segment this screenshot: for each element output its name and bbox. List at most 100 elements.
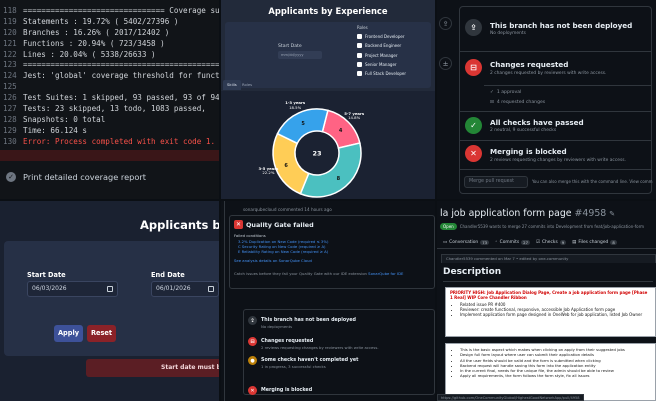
changes-title: Changes requested bbox=[261, 339, 314, 344]
terminal-line: 120 Branches : 16.26% ( 2017/12402 ) bbox=[3, 28, 219, 39]
quality-gate-panel: sonarqubecloud commented 14 hours ago ✕ … bbox=[221, 201, 435, 401]
comment-header: sonarqubecloud commented 14 hours ago bbox=[243, 207, 332, 212]
pr-title-text: la job application form page bbox=[440, 208, 572, 219]
tab-conversation[interactable]: ▭ Conversation 73 bbox=[443, 236, 490, 248]
line-text: Lines : 20.04% ( 5338/26633 ) bbox=[23, 49, 156, 59]
x-icon: ✕ bbox=[248, 386, 257, 395]
error-line-highlight bbox=[0, 150, 219, 161]
role-checkbox-item[interactable]: Project Manager bbox=[357, 51, 406, 60]
line-text: Functions : 20.94% ( 723/3458 ) bbox=[23, 38, 165, 48]
reviewer-changes-row[interactable]: ⊟ 4 requested changes bbox=[490, 100, 545, 105]
divider bbox=[484, 85, 651, 86]
checks-passed-title: All checks have passed bbox=[490, 118, 584, 127]
slice-value-label: 4 bbox=[339, 128, 343, 134]
slice-outer-label: 3-5 years 22.2% bbox=[258, 165, 279, 176]
role-checkbox-item[interactable]: Senior Manager bbox=[357, 60, 406, 69]
checks-passed-subtitle: 2 neutral, 9 successful checks bbox=[490, 128, 557, 133]
rocket-icon: ⇪ bbox=[248, 316, 257, 325]
line-number: 130 bbox=[3, 136, 17, 146]
line-number: 124 bbox=[3, 71, 17, 81]
tab-files-changed[interactable]: ▤ Files changed 8 bbox=[572, 236, 617, 248]
apply-button[interactable]: Apply bbox=[54, 325, 83, 342]
timeline-line bbox=[224, 201, 225, 401]
line-text: Jest: 'global' coverage threshold for fu… bbox=[23, 71, 219, 81]
failed-icon: ✕ bbox=[234, 220, 243, 229]
analysis-details-link[interactable]: See analysis details on SonarQube Cloud bbox=[234, 258, 312, 263]
sonarlint-link[interactable]: SonarQube for IDE bbox=[368, 271, 403, 276]
file-icon: ▤ bbox=[572, 239, 577, 245]
role-label: Backend Engineer bbox=[365, 43, 402, 49]
terminal-line: 130 Error: Process completed with exit co… bbox=[3, 137, 219, 148]
divider bbox=[460, 111, 651, 112]
deploy-subtitle: No deployments bbox=[261, 324, 293, 329]
pr-state-badge: Open bbox=[440, 223, 457, 230]
terminal-line: 129 Time: 66.124 s bbox=[3, 126, 219, 137]
checkbox-icon[interactable] bbox=[357, 43, 362, 49]
line-number: 122 bbox=[3, 49, 17, 59]
failed-conditions-heading: Failed conditions bbox=[234, 233, 266, 238]
terminal-output: 118 =============================== Cover… bbox=[0, 0, 219, 148]
checkbox-icon[interactable] bbox=[357, 62, 362, 68]
blocked-row: ✕ Merging is blocked bbox=[248, 386, 312, 395]
terminal-line: 123 =====================================… bbox=[3, 60, 219, 71]
changes-requested-icon: ⊟ bbox=[465, 59, 482, 76]
calendar-icon[interactable] bbox=[208, 286, 214, 292]
tab-commits[interactable]: ◦ Commits 27 bbox=[495, 236, 531, 248]
checkbox-icon[interactable] bbox=[357, 34, 362, 40]
line-text: ========================================… bbox=[23, 60, 219, 70]
changes-requested-icon: ⊟ bbox=[248, 337, 257, 346]
role-checkbox-item[interactable]: Backend Engineer bbox=[357, 41, 406, 50]
line-number: 126 bbox=[3, 93, 17, 103]
start-date-input[interactable]: mm/dd/yyyy bbox=[278, 51, 322, 59]
priority-text: PRIORITY HIGH: Job Application Dialog Pa… bbox=[450, 290, 648, 300]
edit-icon[interactable]: ✎ bbox=[609, 210, 615, 218]
deploy-status-icon: ⇪ bbox=[465, 19, 482, 36]
role-checkbox-item[interactable]: Full Stack Developer bbox=[357, 69, 406, 78]
merge-pull-request-button[interactable]: Merge pull request bbox=[464, 176, 528, 188]
pr-tabs: ▭ Conversation 73 ◦ Commits 27 ☑ Checks 9 ▤ Fil… bbox=[437, 236, 656, 249]
calendar-icon[interactable] bbox=[107, 286, 113, 292]
merge-status-box: ⇪ ⇪ This branch has not been deployed No… bbox=[439, 6, 653, 194]
terminal-line: 119 Statements : 19.72% ( 5402/27396 ) bbox=[3, 17, 219, 28]
description-heading: Description bbox=[443, 267, 502, 277]
role-checkbox-item[interactable]: Frontend Developer bbox=[357, 32, 406, 41]
reset-button[interactable]: Reset bbox=[87, 325, 116, 342]
pull-request-panel: la job application form page #4958 ✎ Ope… bbox=[437, 201, 656, 401]
workflow-step[interactable]: ✓ Print detailed coverage report bbox=[6, 172, 146, 182]
terminal-line: 118 =============================== Cover… bbox=[3, 6, 219, 17]
line-number: 129 bbox=[3, 125, 17, 135]
reviewer-approval-row[interactable]: ✓ 1 approval bbox=[490, 90, 521, 95]
role-label: Project Manager bbox=[365, 52, 398, 58]
tab-roles[interactable]: Roles bbox=[238, 80, 256, 90]
tab-checks[interactable]: ☑ Checks 9 bbox=[536, 236, 567, 248]
terminal-line: 126 Test Suites: 1 skipped, 93 passed, 93… bbox=[3, 93, 219, 104]
checkbox-icon[interactable] bbox=[357, 52, 362, 58]
commit-icon: ◦ bbox=[495, 239, 498, 245]
requirements-note: This is the basic aspect which makes whe… bbox=[445, 343, 656, 401]
line-number: 120 bbox=[3, 27, 17, 37]
end-date-input[interactable]: 06/01/2026 bbox=[151, 281, 219, 297]
checkbox-icon[interactable] bbox=[357, 71, 362, 77]
line-number: 127 bbox=[3, 104, 17, 114]
terminal-line: 122 Lines : 20.04% ( 5338/26633 ) bbox=[3, 50, 219, 61]
note-list: Related issue PR #400Reviewer: create fu… bbox=[450, 302, 651, 317]
changes-icon: ⊟ bbox=[490, 100, 494, 105]
date-error-message: Start date must be l bbox=[86, 359, 219, 377]
quality-gate-comment: ✕ Quality Gate failed Failed conditions … bbox=[229, 215, 435, 289]
role-label: Frontend Developer bbox=[365, 34, 405, 40]
check-circle-icon: ✓ bbox=[6, 172, 16, 182]
catch-issues-note: Catch issues before they fail your Quali… bbox=[234, 271, 403, 276]
deploy-subtitle: No deployments bbox=[490, 31, 526, 36]
line-number: 118 bbox=[3, 6, 17, 15]
slice-value-label: 8 bbox=[337, 176, 341, 182]
merge-blocked-subtitle: 2 reviews requesting changes by reviewer… bbox=[490, 158, 626, 163]
pending-icon: ● bbox=[248, 356, 257, 365]
start-date-input[interactable]: 06/03/2026 bbox=[27, 281, 118, 297]
checks-title: Some checks haven't completed yet bbox=[261, 358, 359, 363]
screenshot-collage: 118 =============================== Cover… bbox=[0, 0, 656, 401]
catch-issues-text: Catch issues before they fail your Quali… bbox=[234, 271, 367, 276]
condition-reliability[interactable]: E Reliability Rating on New Code (requir… bbox=[238, 249, 328, 254]
terminal-line: 128 Snapshots: 0 total bbox=[3, 115, 219, 126]
start-date-label: Start Date bbox=[278, 44, 302, 49]
line-number: 125 bbox=[3, 82, 17, 92]
